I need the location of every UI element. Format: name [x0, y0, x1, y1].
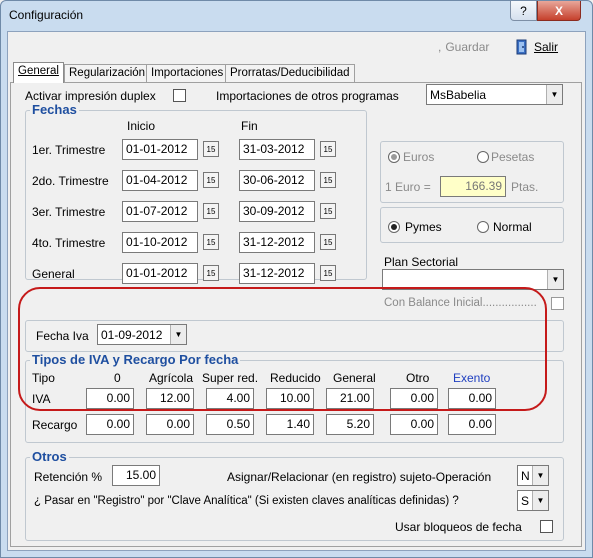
calendar-icon[interactable]: 15 — [320, 172, 336, 188]
iva-rate-field[interactable]: 0.50 — [206, 414, 254, 435]
pasar-value: S — [521, 493, 530, 508]
fecha-fin-field[interactable]: 31-12-2012 — [239, 263, 315, 284]
title-bar[interactable]: Configuración ? X — [1, 1, 592, 31]
calendar-icon[interactable]: 15 — [320, 234, 336, 250]
retencion-label: Retención % — [34, 470, 103, 484]
pasar-select[interactable]: S ▼ — [517, 490, 549, 511]
fecha-inicio-field[interactable]: 01-01-2012 — [122, 263, 198, 284]
calendar-icon[interactable]: 15 — [203, 172, 219, 188]
import-label: Importaciones de otros programas — [216, 89, 399, 103]
inicio-header: Inicio — [127, 119, 156, 133]
iva-rate-field[interactable]: 0.00 — [448, 414, 496, 435]
fecha-row-label: General — [32, 267, 75, 281]
fecha-row-label: 3er. Trimestre — [32, 205, 106, 219]
pymes-radio[interactable] — [388, 221, 400, 233]
calendar-icon[interactable]: 15 — [203, 141, 219, 157]
save-icon: , — [438, 40, 442, 54]
tab-importaciones[interactable]: Importaciones — [146, 64, 229, 83]
close-icon: X — [554, 3, 563, 18]
euros-label: Euros — [403, 150, 435, 164]
ptas-label: Ptas. — [511, 180, 539, 194]
chevron-down-icon[interactable]: ▼ — [532, 491, 548, 510]
fechas-legend: Fechas — [30, 102, 79, 117]
fecha-inicio-field[interactable]: 01-10-2012 — [122, 232, 198, 253]
calendar-icon[interactable]: 15 — [203, 234, 219, 250]
euros-radio[interactable] — [388, 151, 400, 163]
chevron-down-icon[interactable]: ▼ — [532, 466, 548, 485]
bloqueos-checkbox[interactable] — [540, 520, 553, 533]
fecha-row-label: 1er. Trimestre — [32, 143, 106, 157]
guardar-button[interactable]: , Guardar — [438, 38, 489, 56]
chevron-down-icon[interactable]: ▼ — [546, 85, 562, 104]
euro-eq-label: 1 Euro = — [385, 180, 431, 194]
pasar-label: ¿ Pasar en "Registro" por "Clave Analíti… — [34, 495, 459, 507]
fecha-inicio-field[interactable]: 01-04-2012 — [122, 170, 198, 191]
duplex-checkbox[interactable] — [173, 89, 186, 102]
config-window: Configuración ? X , Guardar Salir Genera… — [0, 0, 593, 558]
tab-regularizacion[interactable]: Regularización — [64, 64, 151, 83]
asignar-label: Asignar/Relacionar (en registro) sujeto-… — [227, 470, 492, 484]
iva-rate-field[interactable]: 1.40 — [266, 414, 314, 435]
normal-label: Normal — [493, 220, 532, 234]
euro-eq-field[interactable]: 166.39 — [440, 176, 506, 197]
fecha-fin-field[interactable]: 31-03-2012 — [239, 139, 315, 160]
import-program-value: MsBabelia — [430, 87, 487, 102]
salir-label: Salir — [534, 40, 559, 54]
iva-rate-field[interactable]: 0.00 — [390, 414, 438, 435]
fecha-fin-field[interactable]: 30-06-2012 — [239, 170, 315, 191]
chevron-down-icon[interactable]: ▼ — [547, 270, 563, 289]
iva-rate-field[interactable]: 0.00 — [146, 414, 194, 435]
calendar-icon[interactable]: 15 — [320, 265, 336, 281]
iva-row-label: Recargo — [32, 418, 78, 432]
calendar-icon[interactable]: 15 — [203, 265, 219, 281]
asignar-value: N — [521, 468, 530, 483]
otros-legend: Otros — [30, 449, 69, 464]
client-area: , Guardar Salir General Regularización I… — [7, 31, 586, 551]
tab-prorratas[interactable]: Prorratas/Deducibilidad — [225, 64, 355, 83]
fecha-fin-field[interactable]: 31-12-2012 — [239, 232, 315, 253]
fecha-row-label: 2do. Trimestre — [32, 174, 109, 188]
fechas-group — [25, 110, 367, 280]
calendar-icon[interactable]: 15 — [320, 203, 336, 219]
fecha-fin-field[interactable]: 30-09-2012 — [239, 201, 315, 222]
asignar-select[interactable]: N ▼ — [517, 465, 549, 486]
pesetas-radio[interactable] — [477, 151, 489, 163]
exit-door-icon — [516, 39, 527, 55]
bloqueos-label: Usar bloqueos de fecha — [395, 520, 522, 534]
plan-label: Plan Sectorial — [384, 255, 459, 269]
retencion-field[interactable]: 15.00 — [112, 465, 160, 486]
pymes-label: Pymes — [405, 220, 442, 234]
highlight-oval — [18, 287, 547, 411]
iva-rate-field[interactable]: 5.20 — [326, 414, 374, 435]
window-title: Configuración — [9, 8, 84, 22]
normal-radio[interactable] — [477, 221, 489, 233]
import-program-select[interactable]: MsBabelia ▼ — [426, 84, 563, 105]
iva-rate-field[interactable]: 0.00 — [86, 414, 134, 435]
close-button[interactable]: X — [537, 1, 581, 21]
tab-general[interactable]: General — [13, 62, 64, 83]
calendar-icon[interactable]: 15 — [203, 203, 219, 219]
fecha-inicio-field[interactable]: 01-01-2012 — [122, 139, 198, 160]
guardar-label: Guardar — [445, 40, 490, 54]
help-icon: ? — [520, 3, 527, 18]
fin-header: Fin — [241, 119, 258, 133]
help-button[interactable]: ? — [510, 1, 537, 21]
fecha-inicio-field[interactable]: 01-07-2012 — [122, 201, 198, 222]
fecha-row-label: 4to. Trimestre — [32, 236, 106, 250]
pesetas-label: Pesetas — [491, 150, 535, 164]
salir-button[interactable]: Salir — [514, 38, 558, 56]
duplex-label: Activar impresión duplex — [25, 89, 156, 103]
calendar-icon[interactable]: 15 — [320, 141, 336, 157]
balance-checkbox[interactable] — [551, 297, 564, 310]
